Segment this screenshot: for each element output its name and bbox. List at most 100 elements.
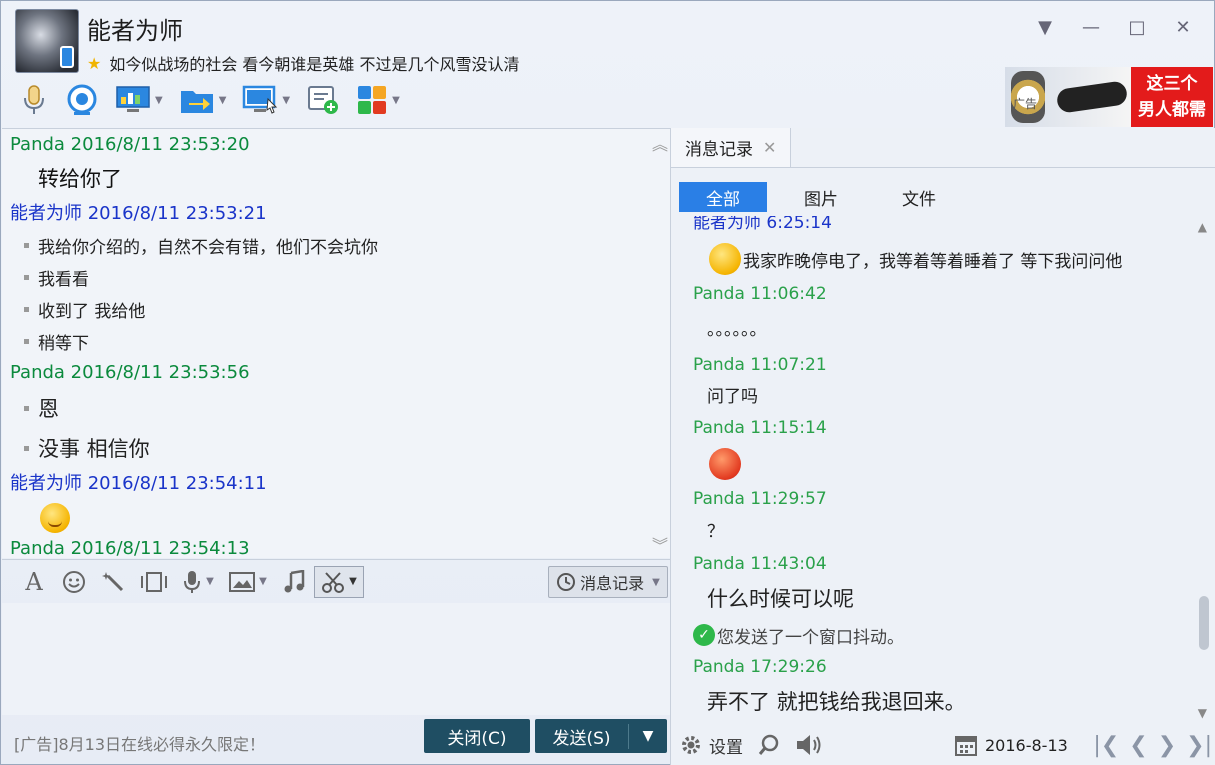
filter-files[interactable]: 文件 <box>875 182 963 212</box>
dropdown-menu-button[interactable]: ▼ <box>1024 13 1066 41</box>
filter-all[interactable]: 全部 <box>679 182 767 212</box>
message-line: 我给你介绍的，自然不会有错，他们不会坑你 <box>24 229 670 261</box>
message-input[interactable] <box>2 603 670 715</box>
history-header: 能者为师 6:25:14 <box>693 216 832 233</box>
minimize-button[interactable]: — <box>1070 13 1112 41</box>
settings-label: 设置 <box>709 737 743 758</box>
smirk-emoji-icon <box>40 503 70 533</box>
history-text: 。。。。。。 <box>707 320 767 340</box>
close-tab-icon[interactable]: ✕ <box>763 138 776 157</box>
signature-row: ★ 如今似战场的社会 看今朝谁是英雄 不过是几个风雪没认清 <box>87 51 520 75</box>
scroll-up-arrow-icon[interactable]: ▲ <box>1198 220 1207 234</box>
history-text: 什么时候可以呢 <box>707 587 854 611</box>
mobile-online-icon <box>60 46 74 68</box>
apps-grid-icon <box>358 86 387 114</box>
emoji-button[interactable] <box>54 566 94 598</box>
scrollbar-thumb[interactable] <box>1199 596 1209 650</box>
history-system-message: ✓ 您发送了一个窗口抖动。 <box>693 618 1215 652</box>
next-page-icon[interactable]: ❯ <box>1158 733 1176 758</box>
music-button[interactable] <box>274 566 314 598</box>
input-toolbar: A ▼ ▼ ▼ 消息记录 ▼ <box>2 559 670 603</box>
maximize-button[interactable]: □ <box>1116 13 1158 41</box>
magic-button[interactable] <box>94 566 134 598</box>
create-discussion-button[interactable] <box>298 81 348 119</box>
scroll-bottom-icon[interactable]: ︾ <box>652 532 668 556</box>
folder-arrow-icon <box>180 91 213 113</box>
font-button[interactable]: A <box>14 566 54 598</box>
check-icon: ✓ <box>693 624 715 646</box>
voice-message-button[interactable]: ▼ <box>174 566 222 598</box>
smiley-icon <box>63 570 85 593</box>
send-file-button[interactable]: ▼ <box>171 81 235 119</box>
close-button[interactable]: 关闭(C) <box>424 719 530 753</box>
history-message: 我家昨晚停电了，我等着等着睡着了 等下我问问他 <box>709 239 1215 279</box>
message-header: Panda 2016/8/11 23:53:20 <box>10 134 250 155</box>
chevron-down-icon: ▼ <box>652 576 660 588</box>
close-window-button[interactable]: ✕ <box>1162 13 1204 41</box>
tab-label: 消息记录 <box>685 140 753 160</box>
ad-banner[interactable]: 广告 这三个 男人都需 <box>1005 67 1213 127</box>
prev-page-icon[interactable]: ❮ <box>1129 733 1147 758</box>
history-tabbar: 消息记录 ✕ <box>671 128 1215 168</box>
screenshot-button[interactable]: ▼ <box>314 565 364 598</box>
chevron-down-icon: ▼ <box>282 94 291 106</box>
message-history-panel: 消息记录 ✕ 全部 图片 文件 能者为师 6:25:14 我家昨晚停电了，我等着… <box>670 128 1215 765</box>
webcam-icon <box>67 84 97 115</box>
first-page-icon[interactable]: |❮ <box>1093 733 1119 758</box>
tab-message-history[interactable]: 消息记录 ✕ <box>671 128 792 167</box>
contact-name[interactable]: 能者为师 <box>87 11 183 46</box>
top-toolbar: ▼ ▼ ▼ ▼ <box>11 81 408 119</box>
send-options-chevron-icon[interactable]: ▼ <box>629 728 667 744</box>
date-value: 2016-8-13 <box>985 735 1068 755</box>
belt-image <box>1055 80 1129 114</box>
last-page-icon[interactable]: ❯| <box>1186 733 1212 758</box>
scissors-icon <box>322 571 345 593</box>
microphone-icon <box>24 85 44 114</box>
message-header: 能者为师 2016/8/11 23:54:11 <box>10 473 267 494</box>
chat-window: 能者为师 ★ 如今似战场的社会 看今朝谁是英雄 不过是几个风雪没认清 ▼ — □… <box>0 0 1215 765</box>
history-filter-row: 全部 图片 文件 <box>671 168 1215 216</box>
remote-desktop-button[interactable]: ▼ <box>107 81 171 119</box>
font-icon: A <box>25 567 43 596</box>
speaker-icon <box>797 735 821 755</box>
history-header: Panda 11:15:14 <box>693 418 827 438</box>
gear-icon <box>682 736 700 754</box>
filter-images[interactable]: 图片 <box>777 182 865 212</box>
chevron-down-icon: ▼ <box>206 576 214 587</box>
ad-text-link[interactable]: [广告]8月13日在线必得永久限定！ <box>14 731 265 755</box>
clock-icon <box>557 573 576 591</box>
chevron-down-icon: ▼ <box>259 576 267 587</box>
avatar[interactable] <box>15 9 79 73</box>
message-line: 稍等下 <box>24 325 670 357</box>
ad-image: 广告 <box>1005 67 1131 127</box>
apps-button[interactable]: ▼ <box>348 81 408 119</box>
system-text: 您发送了一个窗口抖动。 <box>717 627 904 648</box>
chat-history-pane[interactable]: Panda 2016/8/11 23:53:20 转给你了 能者为师 2016/… <box>2 128 670 558</box>
date-picker[interactable]: 2016-8-13 <box>955 725 1068 765</box>
signature-text: 如今似战场的社会 看今朝谁是英雄 不过是几个风雪没认清 <box>109 55 520 74</box>
sound-button[interactable] <box>795 733 823 757</box>
settings-button[interactable]: 设置 <box>679 733 743 758</box>
scroll-top-icon[interactable]: ︽ <box>652 131 668 155</box>
message-history-button[interactable]: 消息记录 ▼ <box>548 566 668 598</box>
star-icon: ★ <box>87 53 102 73</box>
history-list[interactable]: 能者为师 6:25:14 我家昨晚停电了，我等着等着睡着了 等下我问问他 Pan… <box>671 216 1215 721</box>
search-button[interactable] <box>757 733 781 757</box>
history-bottom-bar: 设置 2016-8-13 |❮ ❮ ❯ ❯| <box>671 725 1215 765</box>
send-image-button[interactable]: ▼ <box>222 566 274 598</box>
send-button-group: 发送(S) ▼ <box>535 719 667 753</box>
shake-button[interactable] <box>134 566 174 598</box>
send-button[interactable]: 发送(S) <box>535 723 629 749</box>
video-call-button[interactable] <box>57 81 107 119</box>
scroll-down-arrow-icon[interactable]: ▼ <box>1198 706 1207 720</box>
ad-headline: 这三个 男人都需 <box>1131 67 1213 127</box>
message-line: 没事 相信你 <box>24 428 670 468</box>
message-history-label: 消息记录 <box>580 574 645 593</box>
history-header: Panda 11:06:42 <box>693 284 827 304</box>
screen-share-button[interactable]: ▼ <box>234 81 298 119</box>
microphone-icon <box>184 570 201 593</box>
history-text: 问了吗 <box>707 387 758 407</box>
message-header: Panda 2016/8/11 23:53:56 <box>10 362 250 383</box>
history-header: Panda 11:29:57 <box>693 489 827 509</box>
voice-call-button[interactable] <box>11 81 57 119</box>
